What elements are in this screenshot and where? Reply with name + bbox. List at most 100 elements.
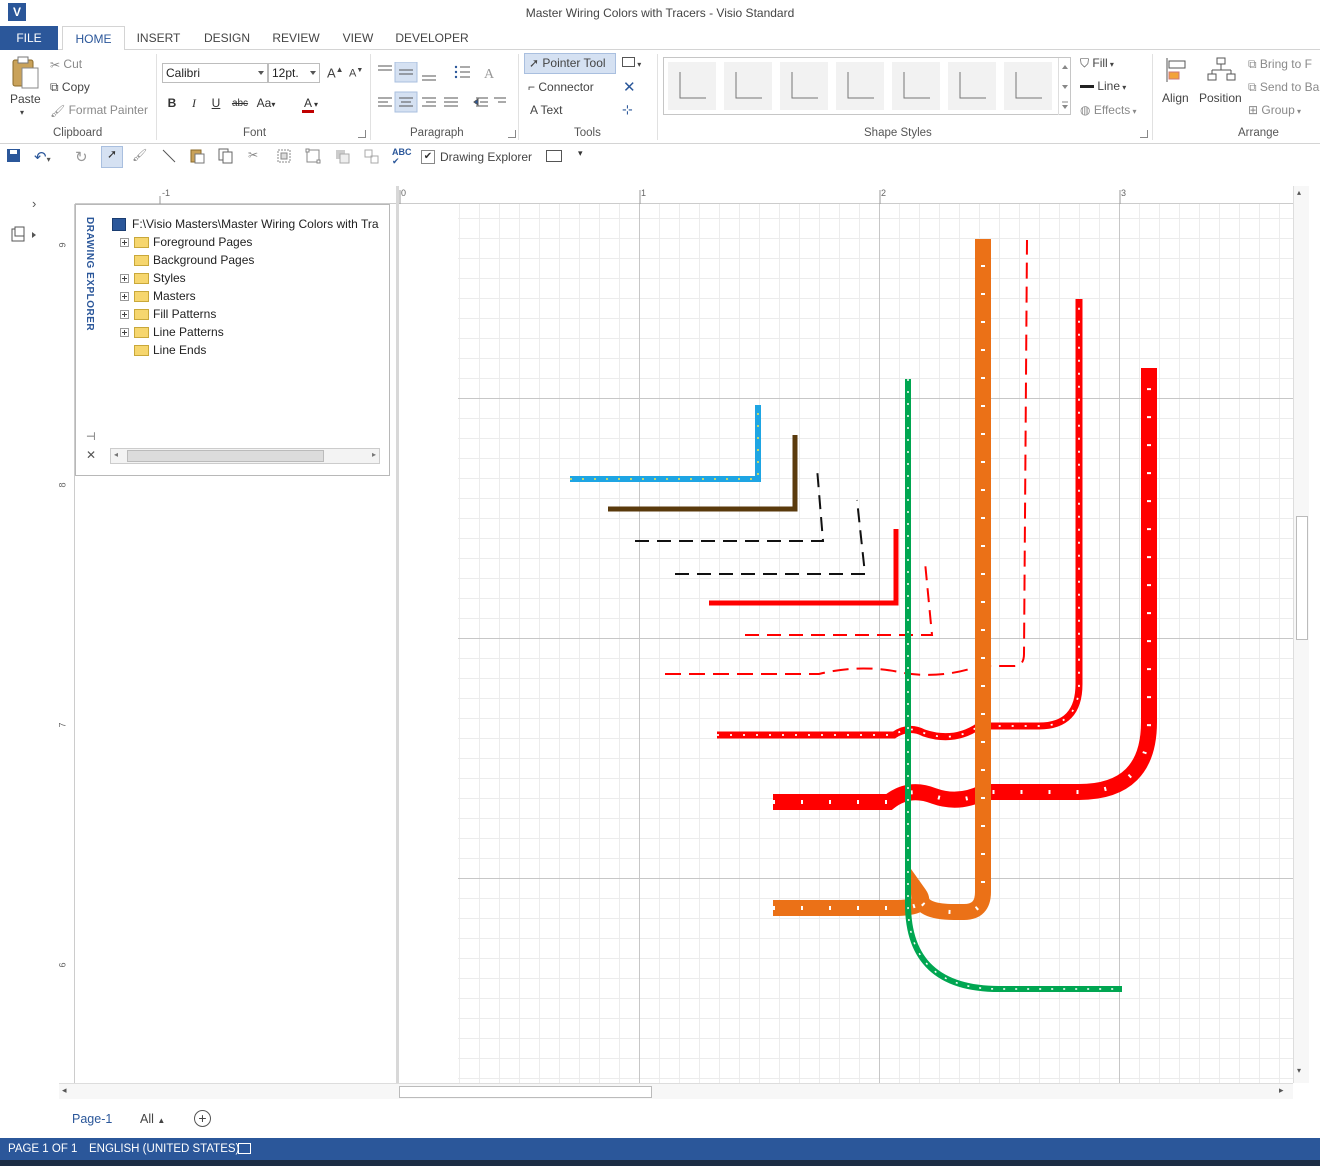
shape-style-thumbnail[interactable]	[948, 62, 996, 110]
change-case-button[interactable]: Aa▾	[252, 96, 280, 110]
scroll-right-icon[interactable]: ▸	[372, 450, 376, 459]
tab-home[interactable]: HOME	[62, 26, 125, 51]
horizontal-ruler[interactable]: -1 0 1 2 3	[75, 186, 1293, 204]
macro-record-icon[interactable]	[238, 1143, 251, 1154]
tree-item[interactable]: Masters	[120, 287, 196, 305]
pointer-tool-button[interactable]: ➚ Pointer Tool	[524, 53, 616, 74]
cut-button[interactable]: ✂ Cut	[50, 57, 82, 72]
position-label[interactable]: Position	[1199, 91, 1242, 105]
format-painter-button[interactable]: 🖌 Format Painter	[50, 103, 148, 118]
tree-root[interactable]: F:\Visio Masters\Master Wiring Colors wi…	[112, 215, 379, 233]
tree-item[interactable]: Styles	[120, 269, 186, 287]
blue-wire[interactable]	[570, 405, 761, 482]
shape-style-thumbnail[interactable]	[892, 62, 940, 110]
scroll-thumb[interactable]	[399, 1086, 652, 1098]
scroll-thumb[interactable]	[1296, 516, 1308, 640]
paste-label[interactable]: Paste	[10, 92, 41, 106]
underline-button[interactable]: U	[207, 96, 225, 110]
paste-qat-icon[interactable]	[189, 148, 207, 166]
paste-dropdown-icon[interactable]: ▾	[20, 108, 24, 117]
shape-style-thumbnail[interactable]	[836, 62, 884, 110]
orange-wire[interactable]	[773, 239, 991, 920]
save-icon[interactable]	[6, 148, 24, 166]
line-tool-icon[interactable]	[161, 148, 179, 166]
page-tab-page-1[interactable]: Page-1	[72, 1112, 112, 1126]
horizontal-scrollbar[interactable]: ◂ ▸	[59, 1083, 1293, 1099]
shape-style-thumbnail[interactable]	[780, 62, 828, 110]
pane-splitter[interactable]	[396, 186, 399, 1083]
tree-item[interactable]: Foreground Pages	[120, 233, 252, 251]
expand-icon[interactable]	[120, 310, 129, 320]
effects-button[interactable]: ◍ Effects ▾	[1080, 103, 1137, 117]
shapes-pane-icon[interactable]	[11, 226, 41, 247]
group-button[interactable]: ⊞ Group ▾	[1248, 103, 1301, 117]
tree-item[interactable]: Background Pages	[120, 251, 254, 269]
undo-icon[interactable]: ↶▾	[34, 148, 60, 166]
scroll-thumb[interactable]	[127, 450, 324, 462]
scroll-left-icon[interactable]: ◂	[114, 450, 118, 459]
tab-review[interactable]: REVIEW	[266, 26, 326, 50]
connector-button[interactable]: ⌐ Connector	[528, 80, 594, 94]
copy-button[interactable]: ⧉ Copy	[50, 80, 90, 95]
close-shape-icon[interactable]: ✕	[623, 78, 636, 96]
gallery-scroll-down[interactable]	[1058, 77, 1070, 96]
tree-item[interactable]: Fill Patterns	[120, 305, 216, 323]
tree-item[interactable]: Line Patterns	[120, 323, 224, 341]
spelling-check-icon[interactable]: ABC ✔	[392, 148, 412, 166]
bold-button[interactable]: B	[163, 96, 181, 110]
red-dashed-wire[interactable]	[745, 561, 934, 636]
scroll-down-icon[interactable]: ▾	[1297, 1066, 1301, 1075]
pin-icon[interactable]: ⊣	[86, 430, 96, 443]
tab-view[interactable]: VIEW	[334, 26, 382, 50]
shape-style-thumbnail[interactable]	[668, 62, 716, 110]
rectangle-qat-icon[interactable]	[546, 150, 562, 162]
page-status[interactable]: PAGE 1 OF 1	[8, 1138, 77, 1160]
tab-file[interactable]: FILE	[0, 26, 58, 50]
paragraph-dialog-launcher[interactable]	[508, 130, 516, 138]
scroll-right-icon[interactable]: ▸	[1279, 1085, 1284, 1096]
bring-to-front-button[interactable]: ⧉ Bring to F	[1248, 57, 1312, 72]
customize-qat-icon[interactable]: ▾	[578, 148, 596, 166]
red-dashed-wire[interactable]	[665, 239, 1028, 676]
align-label[interactable]: Align	[1162, 91, 1189, 105]
language-status[interactable]: ENGLISH (UNITED STATES)	[89, 1138, 239, 1160]
wiring-drawing[interactable]	[399, 204, 1293, 1083]
cut-qat-icon[interactable]: ✂	[248, 148, 266, 166]
gallery-more[interactable]	[1058, 96, 1070, 115]
vertical-scrollbar[interactable]: ▴ ▾	[1293, 186, 1309, 1083]
font-color-button[interactable]: A ▾	[294, 96, 326, 113]
expand-icon[interactable]	[120, 238, 129, 248]
tab-insert[interactable]: INSERT	[131, 26, 186, 50]
rectangle-tool-button[interactable]: ▾	[622, 56, 648, 70]
italic-button[interactable]: I	[185, 96, 203, 111]
paste-button[interactable]	[10, 56, 42, 92]
shape-styles-dialog-launcher[interactable]	[1140, 130, 1148, 138]
strikethrough-button[interactable]: abc	[229, 98, 251, 109]
green-wire[interactable]	[905, 379, 1122, 992]
expand-icon[interactable]	[120, 328, 129, 338]
shrink-font-button[interactable]: A▼	[349, 67, 363, 80]
gallery-scroll-up[interactable]	[1058, 58, 1070, 77]
format-painter-qat-icon[interactable]: 🖌	[132, 148, 150, 166]
explorer-horizontal-scrollbar[interactable]: ◂ ▸	[110, 448, 380, 464]
fill-button[interactable]: ⛉ Fill ▾	[1080, 56, 1114, 71]
shape-style-gallery[interactable]	[663, 57, 1071, 115]
font-dialog-launcher[interactable]	[358, 130, 366, 138]
tree-item[interactable]: Line Ends	[120, 341, 206, 359]
group-qat-icon[interactable]	[276, 148, 294, 166]
redo-icon[interactable]: ↻	[75, 148, 93, 166]
expand-icon[interactable]	[120, 274, 129, 284]
all-pages-button[interactable]: All ▲	[140, 1112, 165, 1126]
scroll-left-icon[interactable]: ◂	[62, 1085, 67, 1096]
send-backward-qat-icon[interactable]	[363, 148, 381, 166]
send-to-back-button[interactable]: ⧉ Send to Ba	[1248, 80, 1319, 95]
shape-style-thumbnail[interactable]	[724, 62, 772, 110]
drawing-canvas[interactable]	[399, 204, 1293, 1083]
shape-style-thumbnail[interactable]	[1004, 62, 1052, 110]
ungroup-qat-icon[interactable]	[305, 148, 323, 166]
brown-wire[interactable]	[608, 435, 798, 512]
drawing-explorer-label[interactable]: Drawing Explorer	[440, 150, 532, 164]
font-size-combo[interactable]: 12pt.	[268, 63, 320, 83]
tab-design[interactable]: DESIGN	[196, 26, 258, 50]
font-name-combo[interactable]: Calibri	[162, 63, 268, 83]
